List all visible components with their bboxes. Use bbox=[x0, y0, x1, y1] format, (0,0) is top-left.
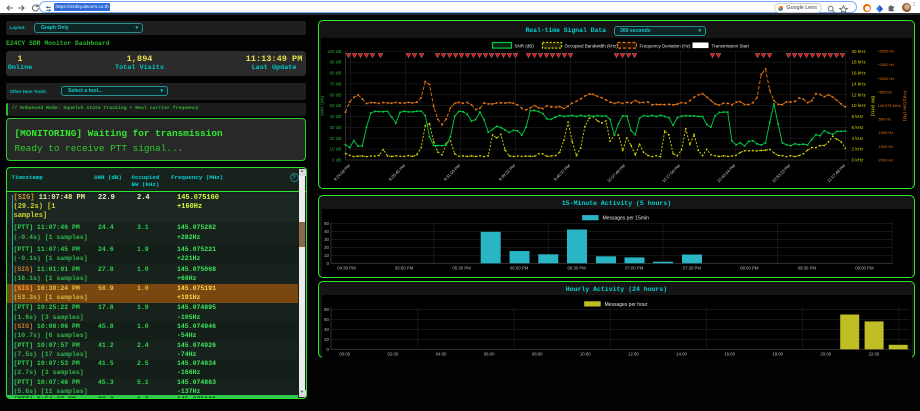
svg-text:16 kHz: 16 kHz bbox=[851, 71, 866, 76]
svg-text:80: 80 bbox=[324, 307, 329, 312]
svg-text:-1500 Hz: -1500 Hz bbox=[877, 144, 893, 149]
svg-text:2 kHz: 2 kHz bbox=[851, 147, 863, 152]
svg-text:SNR (dB): SNR (dB) bbox=[321, 95, 326, 116]
svg-text:08:30 PM: 08:30 PM bbox=[798, 266, 817, 271]
svg-text:10:00: 10:00 bbox=[580, 352, 591, 357]
svg-text:06:30 PM: 06:30 PM bbox=[567, 266, 586, 271]
svg-text:40: 40 bbox=[324, 229, 329, 234]
svg-text:30: 30 bbox=[324, 237, 329, 242]
svg-text:SNR (dB): SNR (dB) bbox=[514, 43, 534, 48]
svg-text:-1000 Hz: -1000 Hz bbox=[877, 130, 893, 135]
svg-text:14 kHz: 14 kHz bbox=[851, 81, 866, 86]
svg-text:04:30 PM: 04:30 PM bbox=[337, 266, 356, 271]
svg-text:20: 20 bbox=[324, 245, 329, 250]
svg-text:0 dB: 0 dB bbox=[332, 158, 341, 163]
svg-text:40: 40 bbox=[324, 327, 329, 332]
svg-text:-2000 Hz: -2000 Hz bbox=[877, 157, 893, 162]
svg-text:06:00 PM: 06:00 PM bbox=[510, 266, 529, 271]
svg-text:+500 Hz: +500 Hz bbox=[877, 89, 892, 94]
svg-text:Occupied Bandwidth (kHz): Occupied Bandwidth (kHz) bbox=[564, 43, 618, 48]
svg-text:100 dB: 100 dB bbox=[326, 49, 341, 54]
svg-text:BW (kHz): BW (kHz) bbox=[869, 96, 875, 117]
svg-text:20 kHz: 20 kHz bbox=[851, 49, 866, 54]
svg-text:Freq Dev (Hz): Freq Dev (Hz) bbox=[901, 91, 907, 122]
svg-text:10 dB: 10 dB bbox=[329, 147, 341, 152]
svg-text:08:00 PM: 08:00 PM bbox=[740, 266, 759, 271]
svg-text:06:00: 06:00 bbox=[484, 352, 495, 357]
svg-text:-500 Hz: -500 Hz bbox=[877, 117, 891, 122]
svg-text:12:00: 12:00 bbox=[628, 352, 639, 357]
svg-text:90 dB: 90 dB bbox=[329, 60, 341, 65]
svg-text:18 kHz: 18 kHz bbox=[851, 60, 866, 65]
svg-text:Frequency Deviation (Hz): Frequency Deviation (Hz) bbox=[639, 43, 691, 48]
svg-text:14:00: 14:00 bbox=[676, 352, 687, 357]
svg-text:20 dB: 20 dB bbox=[329, 136, 341, 141]
svg-text:70 dB: 70 dB bbox=[329, 81, 341, 86]
svg-text:12 kHz: 12 kHz bbox=[851, 92, 866, 97]
svg-text:+2000 Hz: +2000 Hz bbox=[877, 49, 894, 54]
svg-text:Messages per hour: Messages per hour bbox=[605, 302, 648, 308]
svg-text:05:30 PM: 05:30 PM bbox=[452, 266, 471, 271]
svg-text:4 kHz: 4 kHz bbox=[851, 136, 863, 141]
svg-text:0 kHz: 0 kHz bbox=[851, 158, 863, 163]
svg-text:07:00 PM: 07:00 PM bbox=[625, 266, 644, 271]
svg-text:05:00 PM: 05:00 PM bbox=[395, 266, 414, 271]
svg-text:10: 10 bbox=[324, 253, 329, 258]
svg-text:+1000 Hz: +1000 Hz bbox=[877, 76, 894, 81]
svg-text:04:00: 04:00 bbox=[436, 352, 447, 357]
svg-text:30 dB: 30 dB bbox=[329, 125, 341, 130]
svg-text:Messages per 15min: Messages per 15min bbox=[603, 216, 650, 222]
svg-text:8 kHz: 8 kHz bbox=[851, 114, 863, 119]
svg-text:00:00: 00:00 bbox=[339, 352, 350, 357]
svg-text:09:00 PM: 09:00 PM bbox=[855, 266, 874, 271]
svg-text:18:00: 18:00 bbox=[772, 352, 783, 357]
svg-text:+1500 Hz: +1500 Hz bbox=[877, 62, 894, 67]
svg-text:6 kHz: 6 kHz bbox=[851, 125, 863, 130]
svg-text:22:00: 22:00 bbox=[869, 352, 880, 357]
svg-text:20: 20 bbox=[324, 337, 329, 342]
svg-text:60 dB: 60 dB bbox=[329, 92, 341, 97]
svg-text:145.075 MHz: 145.075 MHz bbox=[877, 103, 900, 108]
svg-text:50 dB: 50 dB bbox=[329, 103, 341, 108]
svg-text:16:00: 16:00 bbox=[724, 352, 735, 357]
svg-text:20:00: 20:00 bbox=[820, 352, 831, 357]
svg-text:60: 60 bbox=[324, 317, 329, 322]
svg-text:50: 50 bbox=[324, 221, 329, 226]
svg-text:Transmission Start: Transmission Start bbox=[711, 43, 749, 48]
svg-text:80 dB: 80 dB bbox=[329, 71, 341, 76]
svg-text:40 dB: 40 dB bbox=[329, 114, 341, 119]
svg-text:07:30 PM: 07:30 PM bbox=[683, 266, 702, 271]
svg-text:10 kHz: 10 kHz bbox=[851, 103, 866, 108]
svg-text:02:00: 02:00 bbox=[388, 352, 399, 357]
svg-text:08:00: 08:00 bbox=[532, 352, 543, 357]
